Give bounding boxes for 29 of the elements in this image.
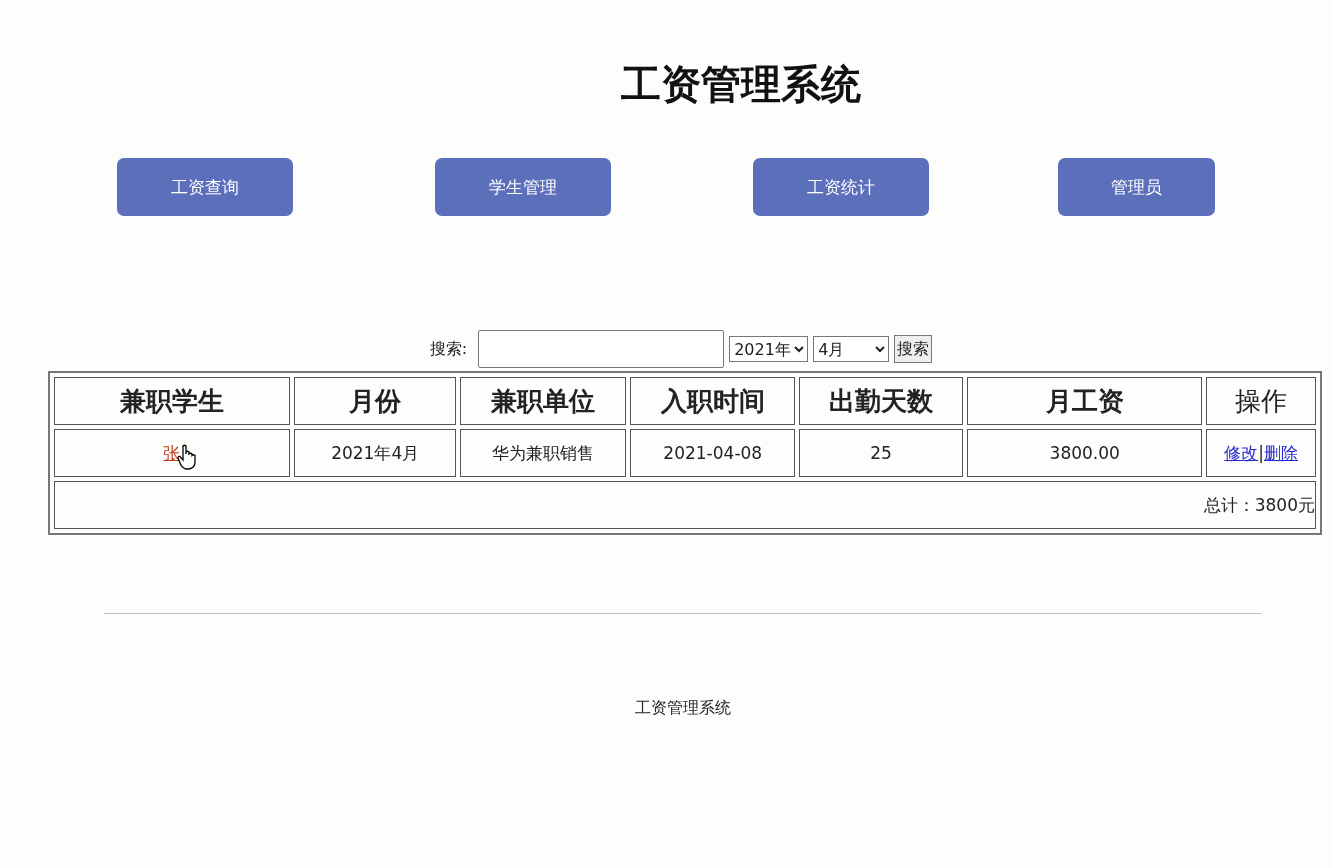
month-select[interactable]: 4月: [813, 336, 890, 362]
table-cell: 25: [799, 429, 964, 477]
table-cell: 2021年4月: [293, 429, 457, 477]
edit-link[interactable]: 修改: [1224, 442, 1259, 463]
column-header: 兼职单位: [460, 377, 627, 425]
nav-button[interactable]: 工资统计: [753, 158, 929, 216]
nav-button[interactable]: 管理员: [1058, 158, 1215, 216]
year-select[interactable]: 2021年: [729, 336, 809, 362]
nav-button[interactable]: 学生管理: [435, 158, 611, 216]
search-button[interactable]: 搜索: [894, 335, 933, 363]
column-header: 月工资: [967, 377, 1203, 425]
column-header: 兼职学生: [54, 377, 290, 425]
column-header: 月份: [293, 377, 457, 425]
hand-cursor-icon: [177, 443, 198, 470]
table-cell: 2021-04-08: [630, 429, 796, 477]
footer-text: 工资管理系统: [635, 698, 731, 717]
column-header: 出勤天数: [799, 377, 964, 425]
page-title: 工资管理系统: [620, 60, 862, 109]
search-label: 搜索:: [429, 338, 468, 360]
column-header: 入职时间: [630, 377, 796, 425]
table-cell: 3800.00: [967, 429, 1203, 477]
separator: |: [1258, 442, 1265, 463]
nav-button[interactable]: 工资查询: [117, 158, 293, 216]
student-link[interactable]: 张: [163, 442, 181, 463]
column-header: 操作: [1206, 377, 1316, 425]
delete-link[interactable]: 删除: [1264, 442, 1299, 463]
table-cell: 华为兼职销售: [460, 429, 627, 477]
search-field[interactable]: [478, 330, 725, 368]
total-text: 总计：3800元: [1203, 494, 1315, 515]
